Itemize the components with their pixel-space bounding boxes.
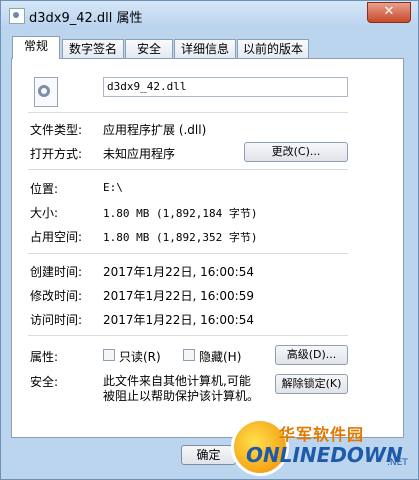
attributes-label: 属性: bbox=[30, 350, 59, 364]
general-panel: d3dx9_42.dll 文件类型: 应用程序扩展 (.dll) 打开方式: 未… bbox=[11, 58, 404, 438]
file-type-label: 文件类型: bbox=[30, 123, 83, 137]
tab-general[interactable]: 常规 bbox=[12, 36, 60, 59]
ok-button[interactable]: 确定 bbox=[181, 445, 236, 465]
file-icon bbox=[9, 8, 25, 24]
size-value: 1.80 MB (1,892,184 字节) bbox=[103, 207, 258, 220]
dll-file-icon bbox=[34, 77, 60, 107]
separator bbox=[28, 169, 348, 170]
size-on-disk-label: 占用空间: bbox=[30, 230, 83, 244]
properties-window: d3dx9_42.dll 属性 ✕ 常规 数字签名 安全 详细信息 以前的版本 … bbox=[0, 0, 419, 480]
tab-previous-versions[interactable]: 以前的版本 bbox=[237, 39, 309, 58]
readonly-label[interactable]: 只读(R) bbox=[119, 348, 161, 365]
hidden-label[interactable]: 隐藏(H) bbox=[199, 348, 241, 365]
tab-details[interactable]: 详细信息 bbox=[174, 39, 236, 58]
created-label: 创建时间: bbox=[30, 265, 83, 279]
accessed-value: 2017年1月22日, 16:00:54 bbox=[103, 313, 254, 327]
title-bar: d3dx9_42.dll 属性 ✕ bbox=[1, 1, 418, 29]
separator bbox=[28, 253, 348, 254]
close-button[interactable]: ✕ bbox=[367, 2, 411, 23]
hidden-checkbox[interactable] bbox=[183, 349, 195, 361]
change-button[interactable]: 更改(C)... bbox=[244, 142, 348, 162]
modified-label: 修改时间: bbox=[30, 289, 83, 303]
open-with-value: 未知应用程序 bbox=[103, 147, 176, 161]
readonly-checkbox[interactable] bbox=[103, 349, 115, 361]
window-title: d3dx9_42.dll 属性 bbox=[29, 11, 143, 26]
location-label: 位置: bbox=[30, 182, 59, 196]
watermark-brand: ONLINEDOWN bbox=[246, 443, 403, 467]
created-value: 2017年1月22日, 16:00:54 bbox=[103, 265, 254, 279]
watermark-domain: .NET bbox=[387, 458, 408, 468]
modified-value: 2017年1月22日, 16:00:59 bbox=[103, 289, 254, 303]
security-text-line2: 被阻止以帮助保护该计算机。 bbox=[103, 389, 260, 403]
watermark-text: 华军软件园 bbox=[279, 425, 365, 444]
separator bbox=[28, 335, 348, 336]
security-label: 安全: bbox=[30, 375, 59, 389]
file-type-value: 应用程序扩展 (.dll) bbox=[103, 123, 207, 137]
tab-digital-signatures[interactable]: 数字签名 bbox=[62, 39, 124, 58]
advanced-button[interactable]: 高级(D)... bbox=[275, 345, 348, 365]
size-on-disk-value: 1.80 MB (1,892,352 字节) bbox=[103, 231, 258, 244]
accessed-label: 访问时间: bbox=[30, 313, 83, 327]
open-with-label: 打开方式: bbox=[30, 147, 83, 161]
location-value: E:\ bbox=[103, 181, 123, 194]
separator bbox=[28, 112, 348, 113]
tab-security[interactable]: 安全 bbox=[125, 39, 173, 58]
size-label: 大小: bbox=[30, 206, 59, 220]
unblock-button[interactable]: 解除锁定(K) bbox=[275, 374, 348, 394]
filename-field[interactable]: d3dx9_42.dll bbox=[103, 77, 348, 97]
